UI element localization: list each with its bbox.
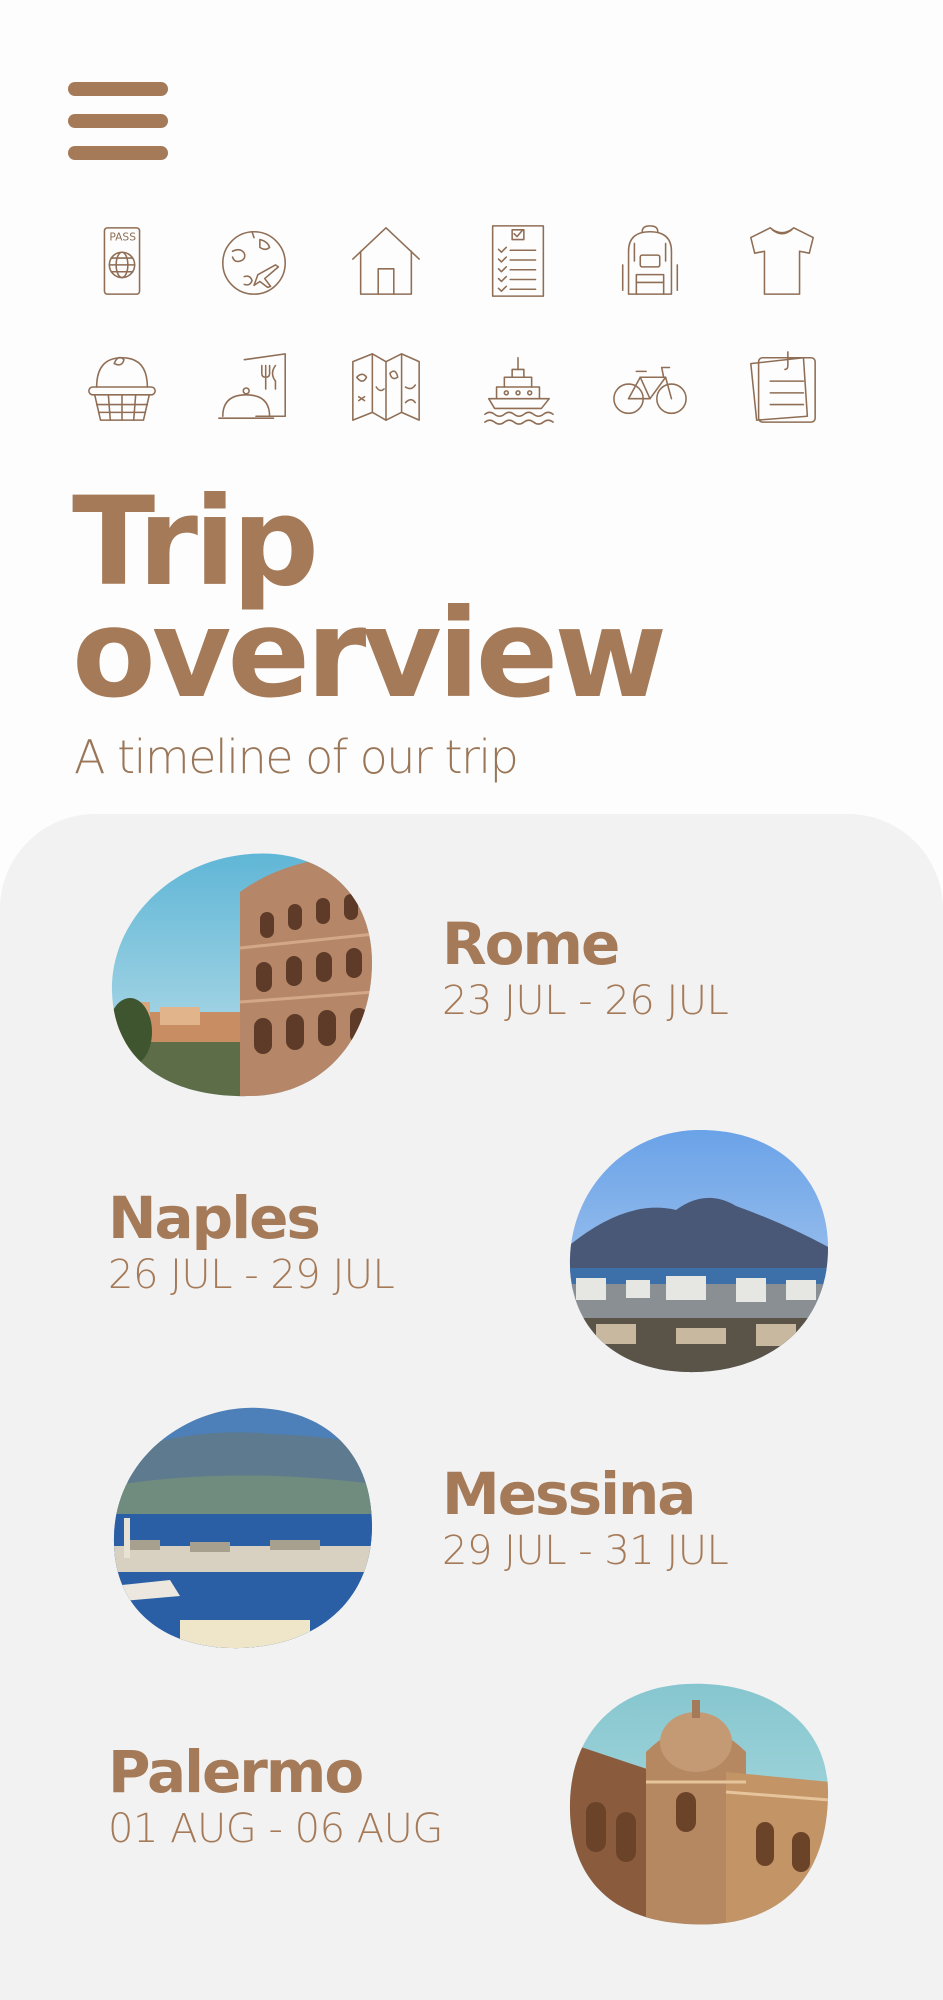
stop-dates: 26 JUL - 29 JUL [108,1252,395,1298]
house-icon[interactable] [336,222,436,300]
map-icon[interactable] [336,348,436,426]
stop-name: Rome [442,910,620,978]
stop-dates: 23 JUL - 26 JUL [442,978,729,1024]
timeline-panel: Rome 23 JUL - 26 JUL Naples 26 JUL - 29 … [0,814,943,2000]
palermo-cathedral-image[interactable] [566,1682,830,1930]
page-title: Trip overview [72,481,667,715]
stop-dates: 29 JUL - 31 JUL [442,1528,729,1574]
restaurant-menu-icon[interactable] [204,348,304,426]
notes-icon[interactable] [732,348,832,426]
basket-icon[interactable] [72,348,172,426]
globe-plane-icon[interactable] [204,222,304,300]
passport-icon[interactable]: PASS [72,222,172,300]
svg-text:PASS: PASS [109,231,136,244]
page-title-line2: overview [72,583,667,725]
tshirt-icon[interactable] [732,222,832,300]
stop-name: Naples [108,1184,321,1252]
page-subtitle: A timeline of our trip [74,730,519,784]
backpack-icon[interactable] [600,222,700,300]
stop-name: Palermo [108,1738,364,1806]
stop-name: Messina [442,1460,696,1528]
naples-vesuvius-image[interactable] [566,1128,830,1376]
timeline-stop-palermo[interactable]: Palermo 01 AUG - 06 AUG [0,1682,943,1954]
stop-dates: 01 AUG - 06 AUG [108,1806,443,1852]
checklist-icon[interactable] [468,222,568,300]
ship-icon[interactable] [468,348,568,426]
messina-strait-image[interactable] [110,1406,374,1654]
rome-colosseum-image[interactable] [110,852,374,1100]
hamburger-menu-icon[interactable] [68,82,168,160]
timeline-stop-rome[interactable]: Rome 23 JUL - 26 JUL [0,852,943,1122]
category-icons-grid: PASS [72,222,872,426]
timeline-stop-naples[interactable]: Naples 26 JUL - 29 JUL [0,1128,943,1400]
timeline-stop-messina[interactable]: Messina 29 JUL - 31 JUL [0,1406,943,1676]
bicycle-icon[interactable] [600,348,700,426]
